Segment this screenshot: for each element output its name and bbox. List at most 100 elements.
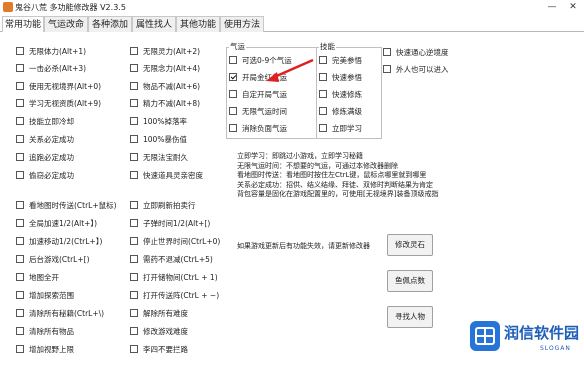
checkbox-box[interactable] — [16, 117, 24, 125]
checkbox-common-9[interactable]: 全局加速1/2(Alt+】) — [16, 218, 97, 230]
checkbox-common-4[interactable]: 技能立即冷却 — [16, 116, 74, 128]
checkbox-box[interactable] — [229, 124, 237, 132]
checkbox-common2-10[interactable]: 停止世界时间(CtrL+0) — [130, 236, 220, 248]
checkbox-box[interactable] — [16, 309, 24, 317]
checkbox-box[interactable] — [16, 82, 24, 90]
checkbox-box[interactable] — [319, 107, 327, 115]
checkbox-skill-1[interactable]: 快速参悟 — [319, 72, 362, 84]
tab-add[interactable]: 各种添加 — [88, 16, 132, 32]
checkbox-box[interactable] — [130, 201, 138, 209]
checkbox-box[interactable] — [130, 219, 138, 227]
tab-attributes[interactable]: 属性找人 — [132, 16, 176, 32]
checkbox-common2-6[interactable]: 无限法宝耐久 — [130, 152, 188, 164]
checkbox-common2-12[interactable]: 打开储物间(CtrL + 1) — [130, 272, 218, 284]
checkbox-common-2[interactable]: 使用无视境界(Alt+0) — [16, 81, 101, 93]
checkbox-box[interactable] — [319, 90, 327, 98]
checkbox-box[interactable] — [130, 171, 138, 179]
minimize-button[interactable]: — — [545, 1, 559, 13]
tab-fortune[interactable]: 气运改命 — [44, 16, 88, 32]
checkbox-common-14[interactable]: 清除所有秘籍(CtrL+\) — [16, 308, 104, 320]
checkbox-skill-2[interactable]: 快速修炼 — [319, 89, 362, 101]
checkbox-box[interactable] — [16, 273, 24, 281]
checkbox-box[interactable] — [16, 47, 24, 55]
checkbox-box[interactable] — [130, 255, 138, 263]
checkbox-common2-8[interactable]: 立即刷新拍卖行 — [130, 200, 196, 212]
checkbox-common-1[interactable]: 一击必杀(Alt+3) — [16, 63, 86, 75]
checkbox-fortune-1[interactable]: 开局金红气运 — [229, 72, 287, 84]
checkbox-common2-7[interactable]: 快速道具灵亲密度 — [130, 170, 203, 182]
checkbox-fortune-2[interactable]: 自定开局气运 — [229, 89, 287, 101]
checkbox-common2-0[interactable]: 无限灵力(Alt+2) — [130, 46, 200, 58]
find-character-button[interactable]: 寻找人物 — [387, 306, 433, 328]
checkbox-box[interactable] — [130, 64, 138, 72]
checkbox-box[interactable] — [16, 64, 24, 72]
checkbox-extra-0[interactable]: 快速通心逆境度 — [383, 47, 449, 59]
checkbox-common2-3[interactable]: 精力不减(Alt+8) — [130, 98, 200, 110]
checkbox-fortune-4[interactable]: 消除负面气运 — [229, 123, 287, 135]
checkbox-box[interactable] — [383, 65, 391, 73]
checkbox-common2-4[interactable]: 100%掉落率 — [130, 116, 187, 128]
checkbox-fortune-0[interactable]: 可选0-9个气运 — [229, 55, 292, 67]
checkbox-box[interactable] — [16, 327, 24, 335]
checkbox-common-12[interactable]: 地图全开 — [16, 272, 59, 284]
checkbox-box[interactable] — [130, 82, 138, 90]
checkbox-box[interactable] — [229, 107, 237, 115]
checkbox-box[interactable] — [130, 345, 138, 353]
checkbox-skill-3[interactable]: 修炼满级 — [319, 106, 362, 118]
checkbox-box[interactable] — [383, 48, 391, 56]
checkbox-box[interactable] — [16, 171, 24, 179]
checkbox-common2-16[interactable]: 李四不要拦路 — [130, 344, 188, 356]
checkbox-common2-1[interactable]: 无限念力(Alt+4) — [130, 63, 200, 75]
checkbox-box[interactable] — [130, 327, 138, 335]
checkbox-box[interactable] — [16, 219, 24, 227]
checkbox-common-16[interactable]: 增加视野上限 — [16, 344, 74, 356]
checkbox-common2-5[interactable]: 100%暴伤值 — [130, 134, 187, 146]
checkbox-common-11[interactable]: 后台游戏(CtrL+[) — [16, 254, 90, 266]
checkbox-common-13[interactable]: 增加探索范围 — [16, 290, 74, 302]
checkbox-skill-4[interactable]: 立即学习 — [319, 123, 362, 135]
tab-usage[interactable]: 使用方法 — [220, 16, 264, 32]
checkbox-box[interactable] — [130, 237, 138, 245]
close-button[interactable]: ✕ — [566, 1, 580, 13]
checkbox-common2-14[interactable]: 解除所有难度 — [130, 308, 188, 320]
checkbox-box[interactable] — [319, 124, 327, 132]
checkbox-box[interactable] — [130, 291, 138, 299]
checkbox-common-10[interactable]: 加速移动1/2(CtrL+】) — [16, 236, 102, 248]
checkbox-common-3[interactable]: 学习无视资质(Alt+9) — [16, 98, 101, 110]
checkbox-common-5[interactable]: 关系必定成功 — [16, 134, 74, 146]
checkbox-box[interactable] — [16, 99, 24, 107]
checkbox-common-15[interactable]: 清除所有物品 — [16, 326, 74, 338]
checkbox-box[interactable] — [16, 255, 24, 263]
modify-spirit-stone-button[interactable]: 修改灵石 — [387, 234, 433, 256]
checkbox-common2-9[interactable]: 子弹时间1/2(Alt+[) — [130, 218, 210, 230]
checkbox-common2-13[interactable]: 打开传送阵(CtrL + ~) — [130, 290, 219, 302]
checkbox-box[interactable] — [229, 56, 237, 64]
checkbox-box[interactable] — [130, 273, 138, 281]
checkbox-box[interactable] — [16, 135, 24, 143]
checkbox-box[interactable] — [319, 73, 327, 81]
checkbox-box[interactable] — [229, 73, 237, 81]
checkbox-box[interactable] — [16, 345, 24, 353]
checkbox-box[interactable] — [229, 90, 237, 98]
checkbox-box[interactable] — [130, 117, 138, 125]
checkbox-common2-15[interactable]: 修改游戏难度 — [130, 326, 188, 338]
checkbox-fortune-3[interactable]: 无限气运时间 — [229, 106, 287, 118]
checkbox-box[interactable] — [130, 153, 138, 161]
fish-points-button[interactable]: 鱼佩点数 — [387, 270, 433, 292]
checkbox-box[interactable] — [130, 99, 138, 107]
checkbox-box[interactable] — [16, 291, 24, 299]
checkbox-common2-11[interactable]: 需药不退减(CtrL+5) — [130, 254, 213, 266]
checkbox-common-0[interactable]: 无限体力(Alt+1) — [16, 46, 86, 58]
checkbox-common-7[interactable]: 偷窃必定成功 — [16, 170, 74, 182]
checkbox-extra-1[interactable]: 外人也可以进入 — [383, 64, 449, 76]
checkbox-box[interactable] — [130, 135, 138, 143]
checkbox-box[interactable] — [16, 201, 24, 209]
checkbox-common-6[interactable]: 追跑必定成功 — [16, 152, 74, 164]
checkbox-box[interactable] — [16, 153, 24, 161]
checkbox-skill-0[interactable]: 完美参悟 — [319, 55, 362, 67]
checkbox-box[interactable] — [16, 237, 24, 245]
tab-other[interactable]: 其他功能 — [176, 16, 220, 32]
checkbox-box[interactable] — [130, 309, 138, 317]
checkbox-common2-2[interactable]: 物品不减(Alt+6) — [130, 81, 200, 93]
checkbox-box[interactable] — [130, 47, 138, 55]
